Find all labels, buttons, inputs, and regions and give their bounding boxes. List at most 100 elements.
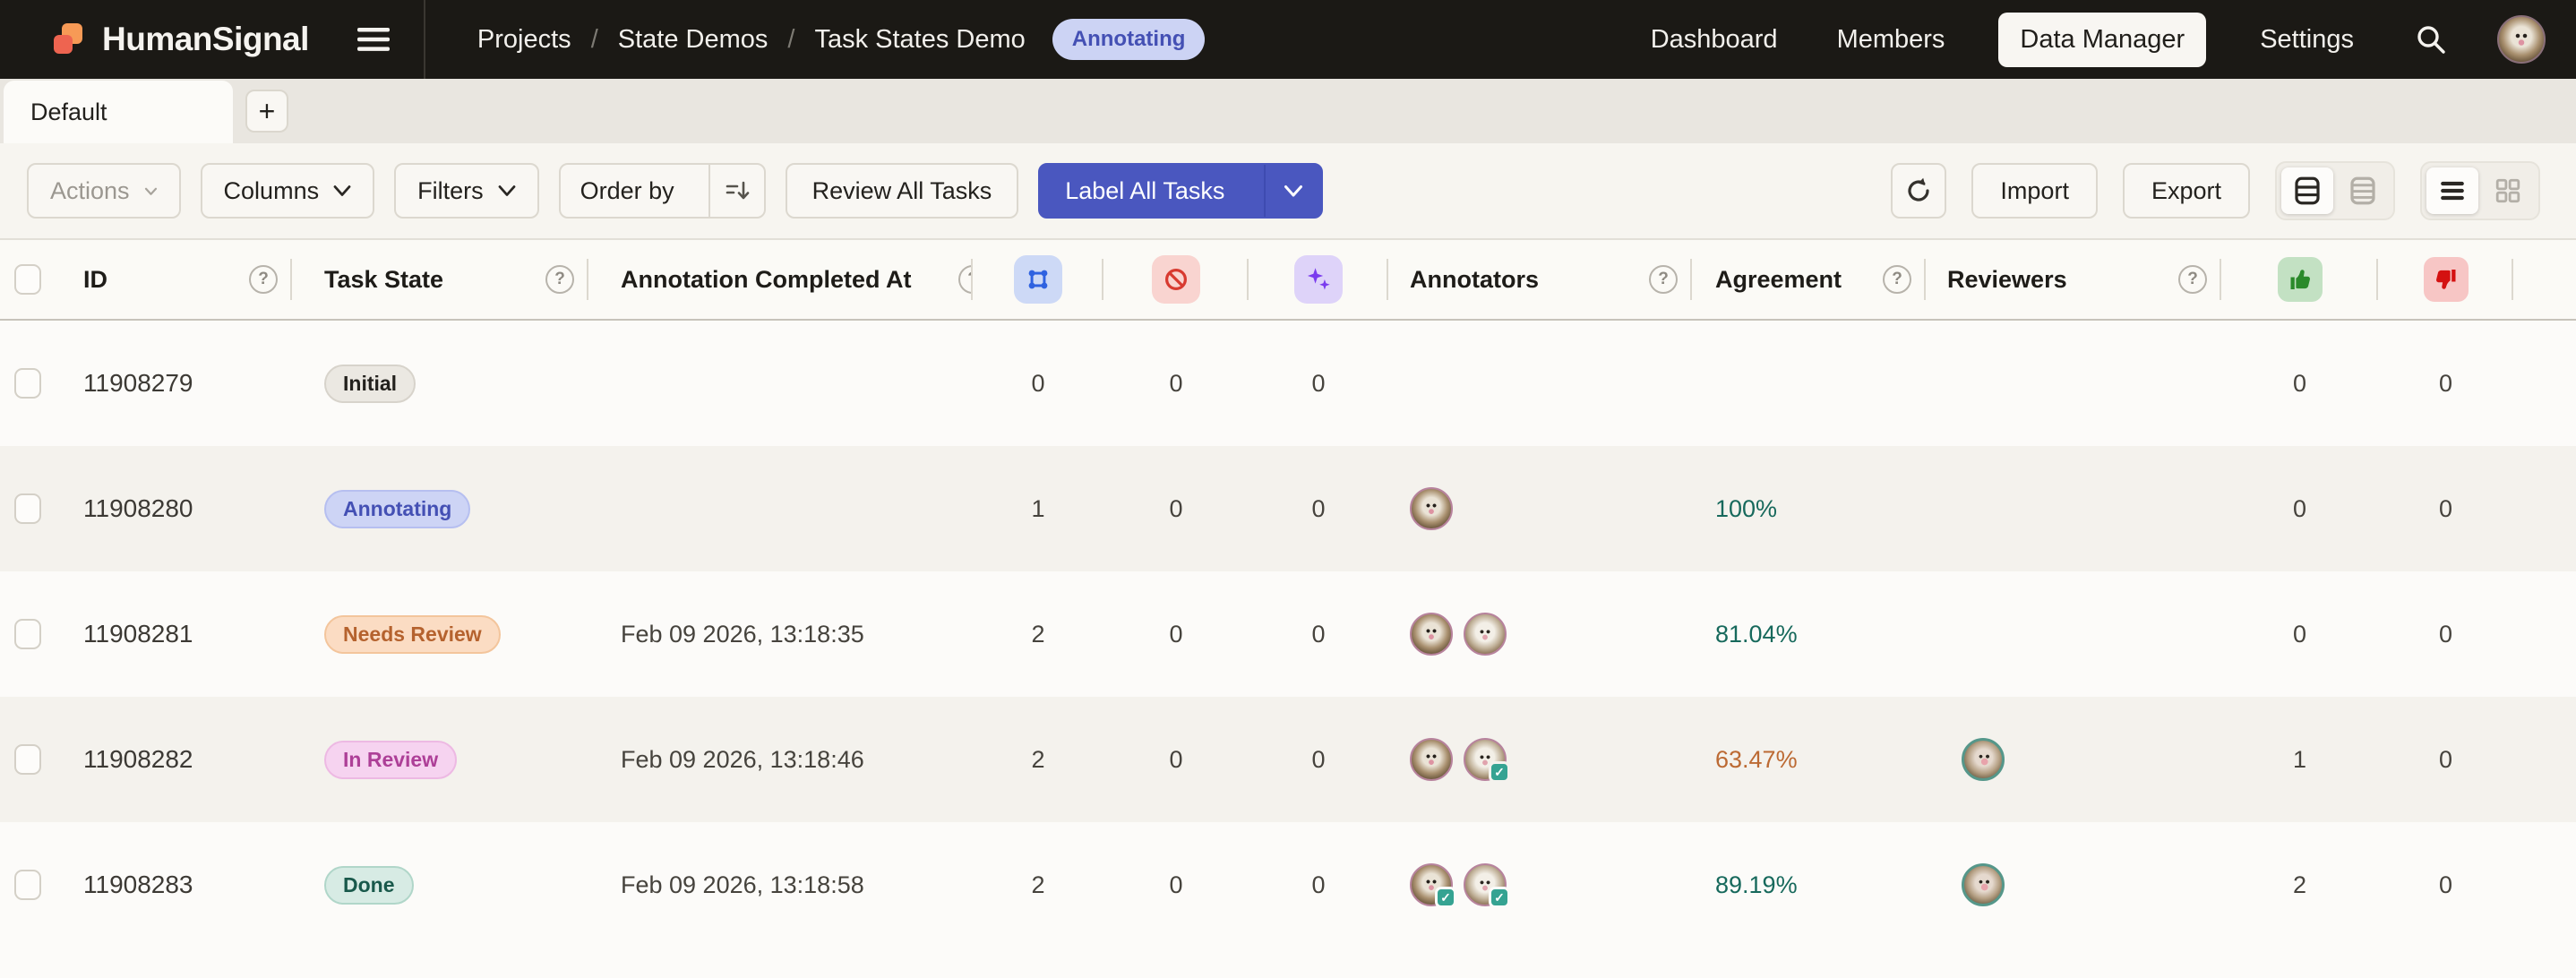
breadcrumb-projects[interactable]: Projects [477, 25, 571, 55]
column-header-annotation-completed-at[interactable]: Annotation Completed At [588, 240, 973, 319]
task-state-badge: Needs Review [324, 614, 501, 654]
import-label: Import [2000, 176, 2069, 204]
help-icon[interactable] [249, 265, 278, 294]
export-button[interactable]: Export [2122, 163, 2250, 219]
task-row[interactable]: 11908279 Initial 0 0 0 0 0 [0, 321, 2576, 446]
task-row[interactable]: 11908283 Done Feb 09 2026, 13:18:58 2 0 … [0, 822, 2576, 948]
search-button[interactable] [2413, 21, 2449, 57]
column-header-rejected-count[interactable] [2378, 240, 2513, 319]
label-all-dropdown-toggle[interactable] [1264, 165, 1321, 217]
user-avatar[interactable] [2497, 15, 2546, 64]
column-header-annotators[interactable]: Annotators [1388, 240, 1692, 319]
list-view-icon [2441, 181, 2464, 201]
help-icon[interactable] [1649, 265, 1678, 294]
breadcrumb-state-demos[interactable]: State Demos [618, 25, 769, 55]
navbar-right: Dashboard Members Data Manager Settings [1645, 12, 2546, 67]
column-header-reviewers[interactable]: Reviewers [1926, 240, 2221, 319]
tall-rows-toggle[interactable] [2281, 167, 2333, 214]
help-icon[interactable] [958, 265, 973, 294]
agreement-value: 81.04% [1715, 620, 1798, 648]
help-icon[interactable] [545, 265, 574, 294]
breadcrumb-separator [591, 25, 598, 55]
actions-label: Actions [50, 176, 130, 204]
column-header-annotations-count[interactable] [973, 240, 1103, 319]
search-icon [2417, 26, 2445, 54]
label-all-tasks-button[interactable]: Label All Tasks [1038, 163, 1324, 219]
select-all-cell [0, 240, 65, 319]
annotations-count: 0 [1031, 369, 1045, 397]
thumbs-down-icon [2423, 257, 2469, 302]
tab-default[interactable]: Default [4, 81, 233, 143]
task-state-badge: Annotating [324, 489, 471, 528]
grid-view-icon [2495, 178, 2520, 203]
navbar-divider [423, 0, 425, 79]
column-header-task-state[interactable]: Task State [292, 240, 588, 319]
row-checkbox[interactable] [14, 744, 41, 775]
select-all-checkbox[interactable] [14, 264, 41, 295]
chevron-down-icon [498, 185, 515, 196]
help-icon-clipped [958, 263, 973, 296]
accepted-count: 0 [2292, 369, 2307, 397]
row-checkbox[interactable] [14, 368, 41, 399]
agreement-value: 89.19% [1715, 871, 1798, 898]
row-checkbox[interactable] [14, 493, 41, 524]
project-status-badge: Annotating [1052, 19, 1206, 60]
annotator-avatar [1410, 487, 1453, 530]
nav-link-settings[interactable]: Settings [2254, 13, 2359, 67]
row-checkbox[interactable] [14, 870, 41, 900]
row-checkbox[interactable] [14, 619, 41, 649]
review-all-tasks-button[interactable]: Review All Tasks [785, 163, 1019, 219]
column-header-predictions-count[interactable] [1249, 240, 1388, 319]
top-navbar: HumanSignal Projects State Demos Task St… [0, 0, 2576, 79]
rejected-count: 0 [2438, 620, 2453, 648]
menu-icon[interactable] [356, 25, 391, 54]
refresh-button[interactable] [1891, 163, 1947, 219]
nav-link-data-manager[interactable]: Data Manager [1998, 12, 2207, 67]
task-row[interactable]: 11908280 Annotating 1 0 0 100% 0 0 [0, 446, 2576, 571]
column-header-skipped-count[interactable] [1103, 240, 1249, 319]
compact-rows-icon [2350, 176, 2375, 205]
columns-dropdown[interactable]: Columns [200, 163, 375, 219]
help-icon[interactable] [1883, 265, 1911, 294]
grid-view-toggle[interactable] [2482, 167, 2534, 214]
sort-direction-toggle[interactable] [708, 165, 764, 217]
breadcrumb-task-states-demo[interactable]: Task States Demo [814, 25, 1025, 55]
annotation-submitted-check-icon [1489, 761, 1510, 783]
predictions-count: 0 [1311, 745, 1326, 773]
task-row[interactable]: 11908282 In Review Feb 09 2026, 13:18:46… [0, 697, 2576, 822]
annotations-count-icon [1014, 255, 1062, 304]
column-header-accepted-count[interactable] [2221, 240, 2378, 319]
hamburger-icon [356, 28, 390, 51]
import-button[interactable]: Import [1971, 163, 2098, 219]
task-row[interactable]: 11908281 Needs Review Feb 09 2026, 13:18… [0, 571, 2576, 697]
accepted-count: 0 [2292, 494, 2307, 522]
annotators-cell [1388, 446, 1692, 571]
predictions-count: 0 [1311, 369, 1326, 397]
columns-label: Columns [223, 176, 320, 204]
nav-link-members[interactable]: Members [1832, 13, 1951, 67]
help-icon[interactable] [2178, 265, 2207, 294]
column-header-id[interactable]: ID [65, 240, 292, 319]
compact-rows-toggle[interactable] [2337, 167, 2389, 214]
skipped-count-icon [1152, 255, 1200, 304]
humansignal-logo-icon [54, 23, 82, 54]
completed-at: Feb 09 2026, 13:18:35 [621, 620, 864, 648]
chevron-down-icon [144, 187, 157, 195]
annotator-avatar [1464, 738, 1510, 783]
column-header-agreement[interactable]: Agreement [1692, 240, 1926, 319]
annotations-count: 2 [1031, 620, 1045, 648]
header-filler [2513, 240, 2576, 319]
completed-at: Feb 09 2026, 13:18:58 [621, 871, 864, 898]
actions-dropdown[interactable]: Actions [27, 163, 181, 219]
nav-link-dashboard[interactable]: Dashboard [1645, 13, 1783, 67]
annotator-avatar [1464, 613, 1507, 656]
skipped-count: 0 [1169, 494, 1183, 522]
filters-dropdown[interactable]: Filters [394, 163, 539, 219]
humansignal-logo[interactable]: HumanSignal [48, 20, 309, 59]
completed-at: Feb 09 2026, 13:18:46 [621, 745, 864, 773]
task-id: 11908283 [83, 871, 193, 898]
add-tab-button[interactable]: + [245, 90, 288, 133]
order-by-button[interactable]: Order by [558, 163, 766, 219]
predictions-count: 0 [1311, 620, 1326, 648]
list-view-toggle[interactable] [2426, 167, 2478, 214]
